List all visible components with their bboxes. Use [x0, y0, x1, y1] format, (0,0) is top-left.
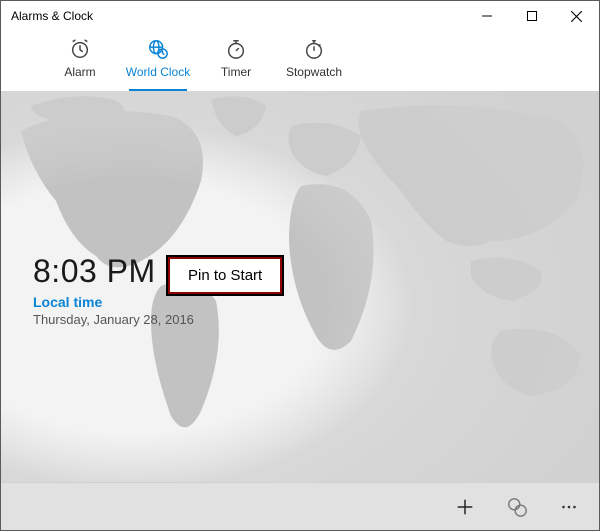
titlebar: Alarms & Clock [1, 1, 599, 31]
tab-timer[interactable]: Timer [197, 31, 275, 91]
convert-time-button[interactable] [495, 485, 539, 529]
context-menu-item-pin-to-start[interactable]: Pin to Start [170, 259, 280, 292]
minimize-button[interactable] [464, 1, 509, 31]
tab-stopwatch[interactable]: Stopwatch [275, 31, 353, 91]
clock-label: Local time [33, 294, 194, 310]
more-icon [558, 496, 580, 518]
context-menu-highlight: Pin to Start [168, 257, 282, 294]
clock-date: Thursday, January 28, 2016 [33, 312, 194, 327]
close-icon [571, 11, 582, 22]
tab-world-clock[interactable]: World Clock [119, 31, 197, 91]
more-button[interactable] [547, 485, 591, 529]
tab-bar: Alarm World Clock Timer Stopwatch [1, 31, 599, 91]
convert-time-icon [506, 496, 528, 518]
command-bar [1, 482, 599, 530]
tab-alarm[interactable]: Alarm [41, 31, 119, 91]
maximize-button[interactable] [509, 1, 554, 31]
minimize-icon [482, 11, 492, 21]
close-button[interactable] [554, 1, 599, 31]
context-menu: Pin to Start [166, 255, 284, 296]
maximize-icon [527, 11, 537, 21]
stopwatch-icon [303, 37, 325, 61]
tab-label: World Clock [126, 65, 190, 79]
window-title: Alarms & Clock [11, 9, 93, 23]
timer-icon [225, 37, 247, 61]
app-window: Alarms & Clock Alarm World Clock [0, 0, 600, 531]
tab-label: Stopwatch [286, 65, 342, 79]
alarm-icon [69, 37, 91, 61]
world-clock-icon [147, 37, 169, 61]
tab-label: Alarm [64, 65, 95, 79]
tab-label: Timer [221, 65, 251, 79]
add-clock-button[interactable] [443, 485, 487, 529]
world-clock-content: 8:03 PM Local time Thursday, January 28,… [1, 91, 599, 482]
plus-icon [454, 496, 476, 518]
window-controls [464, 1, 599, 31]
